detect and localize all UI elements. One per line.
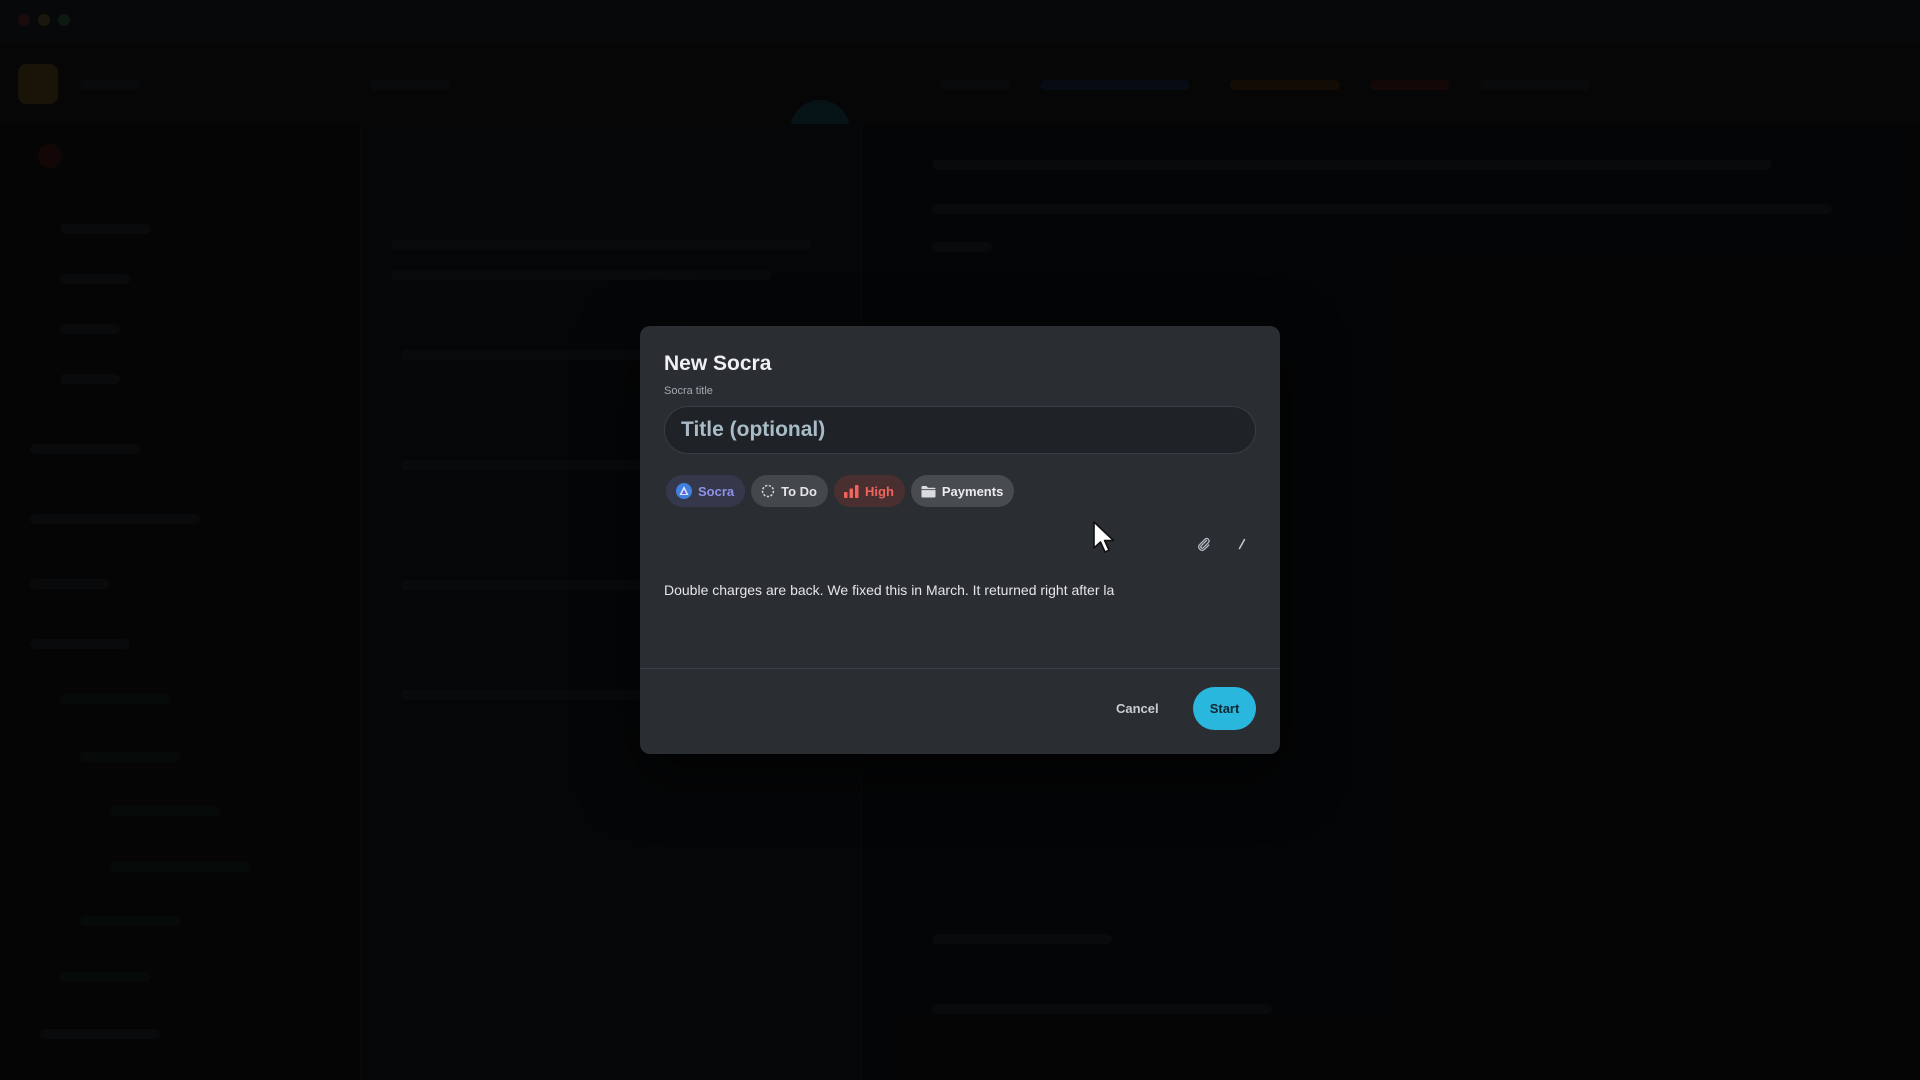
editor-tools — [1193, 535, 1253, 557]
folder-icon — [921, 485, 936, 498]
footer-divider — [640, 668, 1280, 669]
socra-logo-icon — [676, 483, 692, 499]
status-chip-label: To Do — [781, 483, 817, 499]
priority-chip-label: High — [865, 483, 894, 499]
project-chip[interactable]: Payments — [910, 475, 1015, 507]
paperclip-icon — [1196, 536, 1212, 557]
agent-chip-label: Socra — [698, 483, 735, 499]
signal-bars-icon — [844, 484, 859, 498]
cancel-button[interactable]: Cancel — [1116, 701, 1159, 716]
attach-button[interactable] — [1193, 535, 1215, 557]
slash-icon — [1235, 537, 1249, 556]
new-socra-dialog: New Socra Socra title Socra — [640, 326, 1280, 754]
description-editor[interactable]: Double charges are back. We fixed this i… — [664, 582, 1256, 598]
app-window: New Socra Socra title Socra — [0, 0, 1920, 1080]
dashed-circle-icon — [761, 484, 775, 498]
project-chip-label: Payments — [941, 483, 1004, 499]
socra-title-input[interactable] — [664, 406, 1256, 454]
property-chips: Socra To Do High Payments — [666, 475, 1015, 507]
start-button[interactable]: Start — [1193, 687, 1256, 730]
dialog-title: New Socra — [664, 352, 772, 375]
status-chip[interactable]: To Do — [751, 475, 828, 507]
mouse-pointer-icon — [1092, 520, 1118, 561]
priority-chip[interactable]: High — [834, 475, 905, 507]
command-button[interactable] — [1231, 535, 1253, 557]
agent-chip[interactable]: Socra — [666, 475, 746, 507]
socra-title-label: Socra title — [664, 385, 713, 397]
